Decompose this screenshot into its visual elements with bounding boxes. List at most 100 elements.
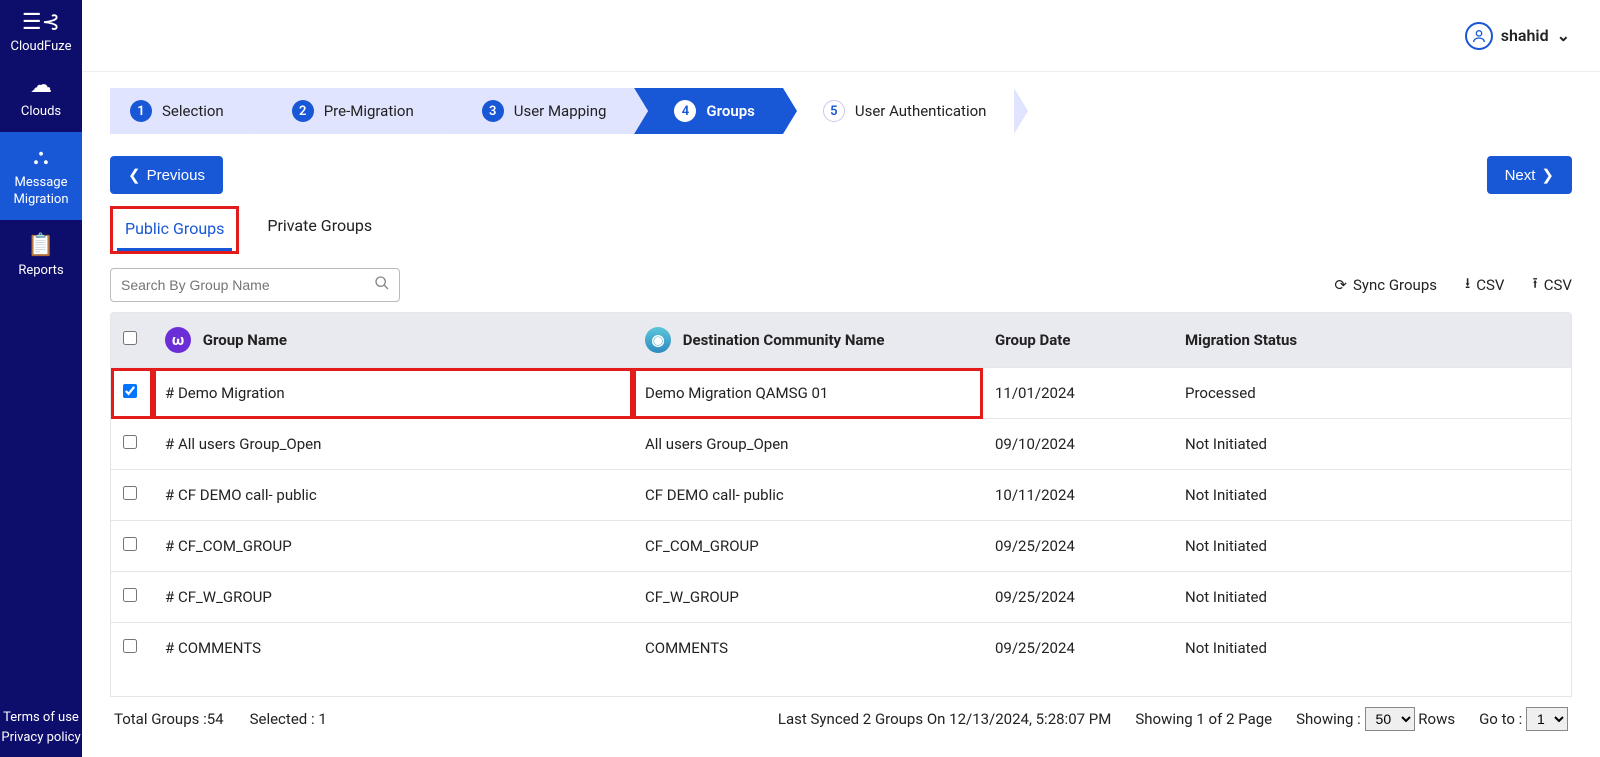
cloud-icon: ☁ — [2, 72, 80, 100]
clipboard-icon: 📋 — [2, 232, 80, 260]
migration-status-cell: Not Initiated — [1185, 537, 1267, 555]
column-header-status: Migration Status — [1185, 331, 1297, 349]
column-header-group-name: Group Name — [203, 331, 287, 349]
table-row: # All users Group_OpenAll users Group_Op… — [111, 419, 1571, 470]
topbar: shahid ⌄ — [82, 0, 1600, 72]
group-name-cell: # CF DEMO call- public — [165, 486, 317, 504]
stepper: 1 Selection 2 Pre-Migration 3 User Mappi… — [110, 88, 1572, 134]
privacy-link[interactable]: Privacy policy — [0, 728, 82, 748]
sidebar-item-reports[interactable]: 📋 Reports — [0, 220, 82, 292]
username: shahid — [1501, 26, 1549, 45]
user-menu[interactable]: shahid ⌄ — [1465, 22, 1570, 50]
page-info: Showing 1 of 2 Page — [1135, 710, 1272, 728]
groups-table-wrap: ω Group Name ◉ Destination Community Nam… — [110, 312, 1572, 697]
destination-icon: ◉ — [645, 327, 671, 353]
download-icon: ⭳ — [1465, 273, 1470, 298]
step-groups[interactable]: 4 Groups — [634, 88, 782, 134]
group-date-cell: 09/10/2024 — [995, 435, 1075, 453]
avatar-icon — [1465, 22, 1493, 50]
group-name-cell: # COMMENTS — [165, 639, 261, 657]
brand-logo-icon: ☰⊰ — [11, 10, 72, 35]
rows-select[interactable]: 50 — [1365, 707, 1415, 731]
search-input[interactable] — [110, 268, 400, 302]
brand: ☰⊰ CloudFuze — [11, 10, 72, 54]
table-row: # COMMENTSCOMMENTS09/25/2024Not Initiate… — [111, 623, 1571, 674]
group-name-cell: # CF_W_GROUP — [165, 588, 272, 606]
previous-button[interactable]: ❮ Previous — [110, 156, 223, 194]
row-checkbox[interactable] — [123, 537, 137, 551]
migration-status-cell: Not Initiated — [1185, 588, 1267, 606]
people-icon: ⛬ — [2, 144, 80, 172]
sidebar: ☰⊰ CloudFuze ☁ Clouds ⛬ Message Migratio… — [0, 0, 82, 757]
search-icon[interactable] — [374, 275, 390, 295]
sync-groups-button[interactable]: ⟳ Sync Groups — [1334, 276, 1437, 294]
table-row: # CF DEMO call- public CF DEMO call- publ… — [111, 470, 1571, 521]
goto-select[interactable]: 1 — [1526, 707, 1568, 731]
sidebar-item-label: Reports — [18, 263, 63, 278]
tab-private-groups[interactable]: Private Groups — [259, 206, 380, 254]
sidebar-item-label: Clouds — [21, 104, 61, 119]
group-name-cell: # Demo Migration — [165, 384, 285, 402]
step-selection[interactable]: 1 Selection — [110, 88, 252, 134]
group-name-cell: # All users Group_Open — [165, 435, 321, 453]
column-header-date: Group Date — [995, 331, 1070, 349]
chevron-right-icon: ❯ — [1541, 166, 1554, 184]
destination-cell: CF_W_GROUP — [645, 588, 739, 606]
row-checkbox[interactable] — [123, 588, 137, 602]
table-footer: Total Groups :54 Selected : 1 Last Synce… — [110, 697, 1572, 741]
step-user-authentication[interactable]: 5 User Authentication — [783, 88, 1015, 134]
step-number: 5 — [823, 100, 845, 122]
row-checkbox[interactable] — [123, 384, 137, 398]
step-number: 2 — [292, 100, 314, 122]
step-label: Selection — [162, 102, 224, 120]
destination-cell: Demo Migration QAMSG 01 — [645, 384, 828, 402]
toolbar-label: CSV — [1544, 276, 1572, 294]
group-date-cell: 09/25/2024 — [995, 588, 1075, 606]
row-checkbox[interactable] — [123, 435, 137, 449]
tab-public-groups[interactable]: Public Groups — [117, 209, 232, 251]
sidebar-item-message-migration[interactable]: ⛬ Message Migration — [0, 132, 82, 220]
step-label: Pre-Migration — [324, 102, 414, 120]
step-pre-migration[interactable]: 2 Pre-Migration — [252, 88, 442, 134]
select-all-checkbox[interactable] — [123, 331, 137, 345]
toolbar-label: CSV — [1476, 276, 1504, 294]
groups-table: ω Group Name ◉ Destination Community Nam… — [111, 313, 1571, 673]
table-row: # CF_W_GROUP CF_W_GROUP 09/25/2024 Not Init… — [111, 572, 1571, 623]
sidebar-item-label: Message Migration — [13, 175, 68, 206]
group-date-cell: 09/25/2024 — [995, 537, 1075, 555]
step-label: User Mapping — [514, 102, 607, 120]
brand-label: CloudFuze — [11, 39, 72, 54]
group-date-cell: 11/01/2024 — [995, 384, 1075, 402]
rows-per-page: Showing : 50 Rows — [1296, 707, 1455, 731]
step-number: 1 — [130, 100, 152, 122]
csv-download-button[interactable]: ⭳ CSV — [1465, 273, 1505, 298]
last-synced-text: Last Synced 2 Groups On 12/13/2024, 5:28… — [778, 710, 1111, 728]
terms-link[interactable]: Terms of use — [0, 708, 82, 728]
migration-status-cell: Not Initiated — [1185, 435, 1267, 453]
step-number: 3 — [482, 100, 504, 122]
total-groups: Total Groups :54 — [114, 710, 224, 728]
table-row: # CF_COM_GROUPCF_COM_GROUP09/25/2024Not … — [111, 521, 1571, 572]
sidebar-footer: Terms of use Privacy policy — [0, 708, 82, 747]
migration-status-cell: Not Initiated — [1185, 486, 1267, 504]
group-date-cell: 09/25/2024 — [995, 639, 1075, 657]
refresh-icon: ⟳ — [1334, 276, 1347, 294]
step-number: 4 — [674, 100, 696, 122]
step-user-mapping[interactable]: 3 User Mapping — [442, 88, 635, 134]
chevron-left-icon: ❮ — [128, 166, 141, 184]
row-checkbox[interactable] — [123, 639, 137, 653]
chevron-down-icon: ⌄ — [1557, 26, 1570, 45]
toolbar-label: Sync Groups — [1353, 276, 1437, 294]
group-date-cell: 10/11/2024 — [995, 486, 1075, 504]
csv-upload-button[interactable]: ⭱ CSV — [1533, 273, 1573, 298]
column-header-destination: Destination Community Name — [683, 331, 885, 349]
main: shahid ⌄ 1 Selection 2 Pre-Migration 3 U… — [82, 0, 1600, 757]
sidebar-item-clouds[interactable]: ☁ Clouds — [0, 60, 82, 132]
row-checkbox[interactable] — [123, 486, 137, 500]
button-label: Previous — [147, 167, 205, 184]
next-button[interactable]: Next ❯ — [1487, 156, 1572, 194]
button-label: Next — [1505, 167, 1536, 184]
upload-icon: ⭱ — [1533, 273, 1538, 298]
destination-cell: COMMENTS — [645, 639, 728, 657]
destination-cell: CF DEMO call- public — [645, 486, 784, 504]
